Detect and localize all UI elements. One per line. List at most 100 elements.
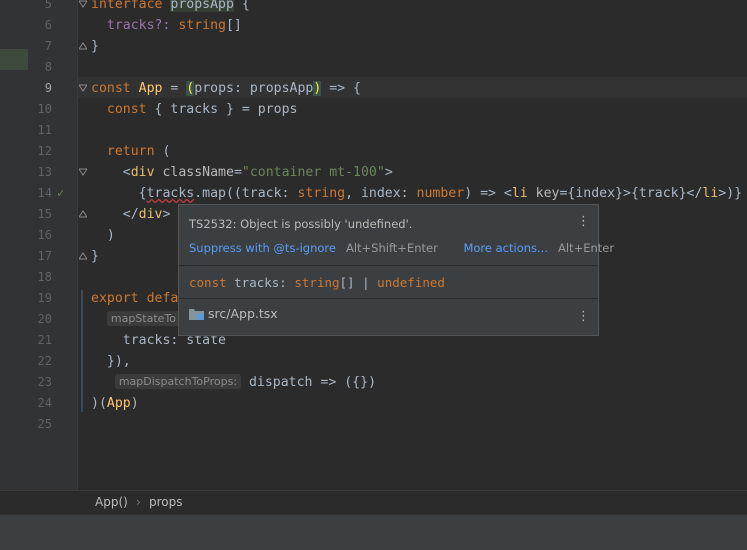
line-number-current: 9 — [44, 81, 52, 95]
keyword: interface — [91, 0, 171, 12]
code-line-13: <div className="container mt-100"> — [91, 162, 393, 183]
code-line-6: tracks?: string[] — [91, 15, 242, 36]
line-number: 6 — [44, 18, 52, 32]
jsx-tag: div — [138, 207, 163, 222]
line-number: 16 — [37, 228, 52, 242]
popup-divider — [179, 265, 598, 266]
code-text: .map((track: — [194, 186, 298, 201]
code-text: > — [162, 207, 171, 222]
code-line-19: export defa — [91, 288, 178, 309]
line-number: 11 — [37, 123, 52, 137]
keyword: const — [91, 102, 155, 117]
fold-arrow-icon[interactable] — [78, 78, 88, 99]
jsx-tag: div — [130, 165, 163, 180]
keyword: return — [91, 144, 163, 159]
line-number: 14 — [37, 186, 52, 200]
keyword: export — [91, 291, 147, 306]
line-number: 10 — [37, 102, 52, 116]
code-line-14: {tracks.map((track: string, index: numbe… — [91, 183, 743, 204]
type: string — [178, 18, 226, 33]
type: string — [294, 275, 340, 290]
more-actions-link[interactable]: More actions... — [463, 241, 548, 255]
code-line-17: } — [91, 249, 99, 264]
fold-end-icon[interactable] — [78, 246, 88, 267]
code-line-7: } — [91, 39, 99, 54]
jsx-attribute: key — [535, 186, 560, 201]
string-literal: "container mt-100" — [241, 165, 385, 180]
keyword: defa — [146, 291, 179, 306]
line-number: 5 — [44, 0, 52, 11]
gutter-separator — [77, 0, 78, 490]
shortcut-hint: Alt+Shift+Enter — [345, 241, 438, 255]
scope-indicator — [81, 290, 83, 412]
type: string — [297, 186, 346, 201]
code-text: [] | — [339, 275, 378, 290]
bookmark-marker — [0, 49, 28, 70]
type-signature: const tracks: string[] | undefined — [189, 275, 445, 290]
jsx-tag: li — [511, 186, 536, 201]
more-options-icon[interactable]: ⋮ — [577, 309, 590, 324]
code-text: </ — [91, 207, 139, 222]
fold-end-icon[interactable] — [78, 36, 88, 57]
code-text: , index: — [345, 186, 417, 201]
suppress-ts-ignore-link[interactable]: Suppress with @ts-ignore — [189, 241, 336, 255]
fold-end-icon[interactable] — [78, 204, 88, 225]
type: undefined — [377, 275, 445, 290]
line-number: 21 — [37, 333, 52, 347]
code-text: ) => < — [464, 186, 512, 201]
function-name: App — [138, 81, 163, 96]
breadcrumb-item-app[interactable]: App() — [95, 495, 128, 509]
breadcrumb-separator-icon: › — [136, 495, 141, 509]
code-text: = — [233, 165, 242, 180]
line-number: 23 — [37, 375, 52, 389]
breadcrumb-item-props[interactable]: props — [149, 495, 183, 509]
code-text: > — [384, 165, 393, 180]
variable-name: tracks: — [234, 275, 295, 290]
code-text: [] — [225, 18, 242, 33]
file-link[interactable]: src/App.tsx — [189, 306, 278, 323]
more-options-icon[interactable]: ⋮ — [577, 214, 590, 229]
line-number: 13 — [37, 165, 52, 179]
field: tracks?: — [91, 18, 179, 33]
code-text: = — [162, 81, 187, 96]
line-number: 12 — [37, 144, 52, 158]
code-text: dispatch => ({}) — [241, 375, 377, 390]
line-number: 25 — [37, 417, 52, 431]
function-name: App — [106, 396, 131, 411]
keyword: const — [189, 275, 235, 290]
code-text: props: propsApp — [194, 81, 314, 96]
interface-name: propsApp — [170, 0, 234, 12]
line-number: 22 — [37, 354, 52, 368]
code-line-12: return ( — [91, 141, 171, 162]
code-line-10: const { tracks } = props — [91, 99, 298, 120]
jsx-tag: li — [702, 186, 719, 201]
line-number: 17 — [37, 249, 52, 263]
error-message: TS2532: Object is possibly 'undefined'. — [189, 217, 413, 231]
code-line-5: interface propsApp { — [91, 0, 250, 15]
code-line-20: mapStateTo — [91, 309, 181, 330]
checkmark-icon: ✓ — [57, 186, 65, 200]
fold-arrow-icon[interactable] — [78, 162, 88, 183]
parameter-hint: mapDispatchToProps: — [114, 374, 242, 389]
parameter-hint: mapStateTo — [106, 311, 181, 326]
tool-window-strip — [0, 0, 28, 490]
line-number: 15 — [37, 207, 52, 221]
code-text: { tracks } = props — [154, 102, 298, 117]
breadcrumb: App() › props — [0, 490, 747, 514]
folder-icon — [189, 308, 204, 323]
status-bar — [0, 514, 747, 550]
quick-fix-row: Suppress with @ts-ignore Alt+Shift+Enter … — [189, 241, 614, 255]
fold-arrow-icon[interactable] — [78, 0, 88, 15]
code-line-22: }), — [91, 354, 131, 369]
code-text: ( — [162, 144, 171, 159]
file-path[interactable]: src/App.tsx — [208, 306, 278, 321]
type: number — [416, 186, 465, 201]
code-text: => { — [321, 81, 361, 96]
error-tooltip-popup: TS2532: Object is possibly 'undefined'. … — [178, 204, 614, 336]
error-highlight[interactable]: tracks — [147, 186, 195, 201]
code-text: )( — [91, 396, 107, 411]
code-text: { — [91, 186, 147, 201]
line-number: 20 — [37, 312, 52, 326]
shortcut-hint: Alt+Enter — [558, 241, 615, 255]
line-number: 19 — [37, 291, 52, 305]
